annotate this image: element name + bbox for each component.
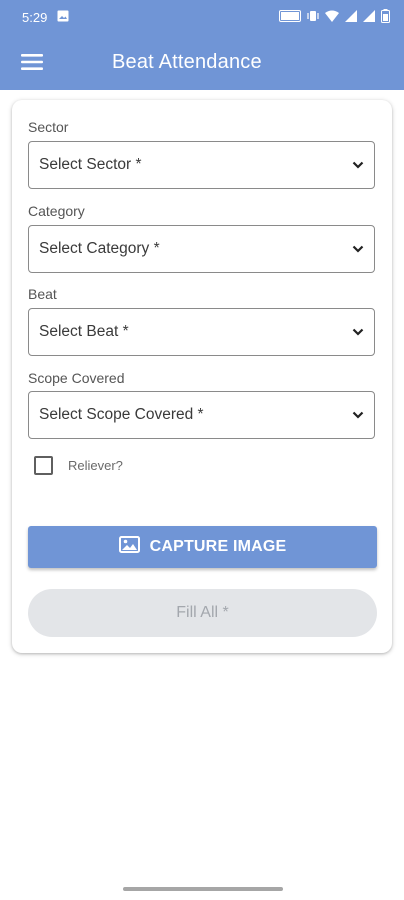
status-time: 5:29 xyxy=(22,9,48,25)
wifi-icon xyxy=(325,10,339,25)
signal-icon xyxy=(363,9,375,25)
reliever-row: Reliever? xyxy=(34,456,123,475)
sector-label: Sector xyxy=(28,119,69,135)
beat-select[interactable]: Select Beat * xyxy=(28,308,375,356)
beat-label: Beat xyxy=(28,286,57,302)
sector-select[interactable]: Select Sector * xyxy=(28,141,375,189)
scope-covered-select[interactable]: Select Scope Covered * xyxy=(28,391,375,439)
signal-icon xyxy=(345,9,357,25)
fill-all-button[interactable]: Fill All * xyxy=(28,589,377,637)
category-select-placeholder: Select Category * xyxy=(39,240,160,257)
hamburger-menu-icon[interactable] xyxy=(0,34,64,90)
app-bar: Beat Attendance xyxy=(0,34,404,90)
capture-image-button[interactable]: CAPTURE IMAGE xyxy=(28,526,377,568)
vibrate-icon xyxy=(307,10,319,25)
status-bar: 5:29 xyxy=(0,0,404,34)
image-icon xyxy=(57,10,69,25)
fill-all-label: Fill All * xyxy=(176,604,229,621)
scope-covered-select-placeholder: Select Scope Covered * xyxy=(39,406,204,423)
chevron-down-icon xyxy=(352,411,364,419)
battery-icon xyxy=(381,8,390,26)
scope-covered-label: Scope Covered xyxy=(28,370,125,386)
reliever-label: Reliever? xyxy=(68,458,123,473)
attendance-form-card: Sector Select Sector * Category Select C… xyxy=(12,100,392,653)
gesture-nav-handle[interactable] xyxy=(123,887,283,891)
beat-select-placeholder: Select Beat * xyxy=(39,323,129,340)
category-label: Category xyxy=(28,203,85,219)
reliever-checkbox[interactable] xyxy=(34,456,53,475)
page-title: Beat Attendance xyxy=(112,50,262,73)
category-select[interactable]: Select Category * xyxy=(28,225,375,273)
sector-select-placeholder: Select Sector * xyxy=(39,156,142,173)
image-icon xyxy=(118,536,140,558)
capture-image-label: CAPTURE IMAGE xyxy=(149,538,287,555)
chevron-down-icon xyxy=(352,328,364,336)
volte-icon xyxy=(279,9,301,25)
chevron-down-icon xyxy=(352,161,364,169)
chevron-down-icon xyxy=(352,245,364,253)
